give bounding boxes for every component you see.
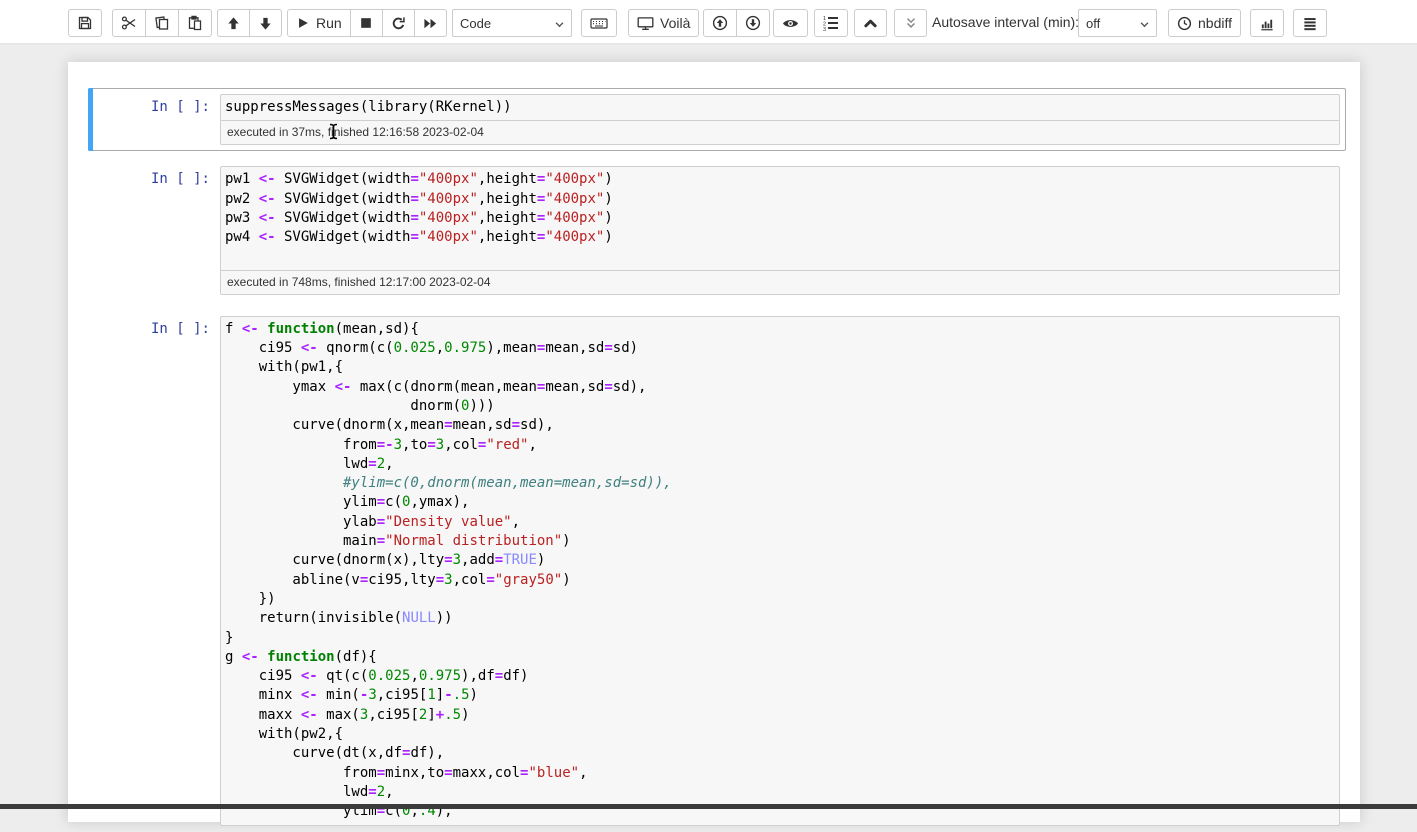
save-group xyxy=(68,9,102,37)
play-icon xyxy=(296,16,310,30)
visibility-group xyxy=(773,9,808,37)
display-icon xyxy=(637,16,654,31)
notebook-cell[interactable]: In [ ]: f <- function(mean,sd){ ci95 <- … xyxy=(88,310,1346,832)
paste-button[interactable] xyxy=(178,9,212,37)
fast-forward-icon xyxy=(423,16,438,31)
execution-info: executed in 748ms, finished 12:17:00 202… xyxy=(221,270,1339,294)
scroll-down-button[interactable] xyxy=(736,9,770,37)
autosave-group: off xyxy=(1078,9,1157,37)
code-editor[interactable]: f <- function(mean,sd){ ci95 <- qnorm(c(… xyxy=(221,317,1339,825)
scroll-group xyxy=(703,9,770,37)
list-group xyxy=(1293,9,1327,37)
execution-info: executed in 37ms, finished 12:16:58 2023… xyxy=(221,120,1339,144)
voila-button[interactable]: Voilà xyxy=(628,9,699,37)
bar-chart-icon xyxy=(1259,16,1275,31)
move-up-icon xyxy=(226,16,241,31)
code-editor[interactable]: suppressMessages(library(RKernel)) xyxy=(221,95,1339,120)
restart-run-all-button[interactable] xyxy=(414,9,447,37)
run-button-label: Run xyxy=(316,15,342,31)
eye-icon xyxy=(782,16,799,31)
circle-arrow-down-icon xyxy=(745,15,761,31)
cell-input-area: pw1 <- SVGWidget(width="400px",height="4… xyxy=(220,166,1340,294)
copy-button[interactable] xyxy=(145,9,179,37)
autosave-interval-label: Autosave interval (min): xyxy=(932,14,1079,30)
scroll-up-button[interactable] xyxy=(703,9,737,37)
copy-icon xyxy=(154,15,170,31)
expand-all-button[interactable] xyxy=(894,9,927,37)
voila-group: Voilà xyxy=(628,9,699,37)
save-icon xyxy=(77,15,93,31)
cell-type-select[interactable]: Code xyxy=(452,9,572,37)
cut-button[interactable] xyxy=(112,9,146,37)
toc-group: 1 2 3 xyxy=(814,9,848,37)
nbdiff-button-label: nbdiff xyxy=(1198,15,1232,31)
notebook-cell[interactable]: In [ ]: suppressMessages(library(RKernel… xyxy=(88,88,1346,151)
interrupt-kernel-button[interactable] xyxy=(350,9,383,37)
numbered-list-icon: 1 2 3 xyxy=(823,15,839,31)
cut-icon xyxy=(121,15,137,31)
autosave-interval-select[interactable]: off xyxy=(1078,9,1157,37)
run-button[interactable]: Run xyxy=(287,9,351,37)
keyboard-group xyxy=(581,9,617,37)
chart-group xyxy=(1250,9,1284,37)
autosave-interval-value: off xyxy=(1086,16,1100,31)
mouse-ibeam-cursor xyxy=(328,123,339,140)
keyboard-icon xyxy=(590,16,608,31)
chevron-down-icon xyxy=(1139,19,1150,30)
edit-group xyxy=(112,9,212,37)
collapse-group xyxy=(854,9,887,37)
cell-list: In [ ]: suppressMessages(library(RKernel… xyxy=(88,88,1346,832)
cell-prompt: In [ ]: xyxy=(94,94,220,145)
list-icon xyxy=(1302,16,1318,31)
circle-arrow-up-icon xyxy=(712,15,728,31)
run-group: Run xyxy=(287,9,447,37)
cell-type-group: Code xyxy=(452,9,572,37)
numbered-list-button[interactable]: 1 2 3 xyxy=(814,9,848,37)
nbdiff-button[interactable]: nbdiff xyxy=(1168,9,1241,37)
cell-input-area: f <- function(mean,sd){ ci95 <- qnorm(c(… xyxy=(220,316,1340,826)
cell-type-value: Code xyxy=(460,16,491,31)
chevron-up-icon xyxy=(863,17,878,30)
cell-list-button[interactable] xyxy=(1293,9,1327,37)
toggle-visibility-button[interactable] xyxy=(773,9,808,37)
move-down-icon xyxy=(258,16,273,31)
restart-icon xyxy=(391,16,406,31)
code-editor[interactable]: pw1 <- SVGWidget(width="400px",height="4… xyxy=(221,167,1339,269)
stop-icon xyxy=(359,16,373,30)
svg-text:3: 3 xyxy=(823,27,826,31)
cell-input-area: suppressMessages(library(RKernel)) execu… xyxy=(220,94,1340,145)
voila-button-label: Voilà xyxy=(660,15,690,31)
cell-prompt: In [ ]: xyxy=(94,316,220,826)
move-cell-down-button[interactable] xyxy=(249,9,282,37)
move-cell-up-button[interactable] xyxy=(217,9,250,37)
move-group xyxy=(217,9,282,37)
double-chevron-down-icon xyxy=(904,16,918,30)
collapse-heading-button[interactable] xyxy=(854,9,887,37)
clock-icon xyxy=(1177,16,1192,31)
notebook-toolbar: Run Code xyxy=(0,0,1417,45)
expand-group xyxy=(894,9,927,37)
save-button[interactable] xyxy=(68,9,102,37)
paste-icon xyxy=(187,15,203,31)
notebook-container: In [ ]: suppressMessages(library(RKernel… xyxy=(68,62,1360,822)
cell-prompt: In [ ]: xyxy=(94,166,220,294)
notebook-cell[interactable]: In [ ]: pw1 <- SVGWidget(width="400px",h… xyxy=(88,160,1346,300)
benchmark-chart-button[interactable] xyxy=(1250,9,1284,37)
bottom-window-edge xyxy=(0,804,1417,809)
command-palette-button[interactable] xyxy=(581,9,617,37)
restart-kernel-button[interactable] xyxy=(382,9,415,37)
chevron-down-icon xyxy=(554,19,565,30)
nbdiff-group: nbdiff xyxy=(1168,9,1241,37)
